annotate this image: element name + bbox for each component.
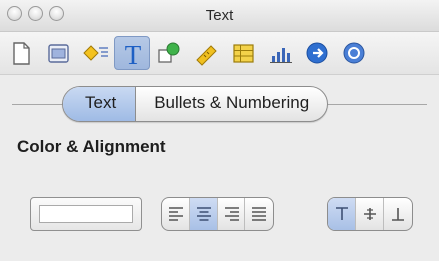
tab-bullets-numbering[interactable]: Bullets & Numbering [136,87,327,121]
graphic-inspector-button[interactable] [151,36,187,70]
align-bottom-icon [392,208,404,221]
align-right-icon [224,207,239,221]
quicktime-inspector-icon [343,42,365,64]
table-inspector-button[interactable] [225,36,261,70]
table-inspector-icon [233,44,254,63]
link-inspector-button[interactable] [299,36,335,70]
inspector-tab-row: Text Bullets & Numbering [0,82,439,122]
align-left-button[interactable] [162,198,190,230]
inspector-toolbar: T [0,32,439,75]
color-swatch [39,205,133,223]
layout-inspector-button[interactable] [40,36,76,70]
align-top-button[interactable] [328,198,356,230]
horizontal-alignment-group [161,197,274,231]
tab-text[interactable]: Text [63,87,137,121]
section-title: Color & Alignment [17,137,166,156]
title-bar: Text [0,0,439,32]
text-color-well[interactable] [30,197,142,231]
wrap-inspector-icon [83,45,108,61]
chart-inspector-icon [270,48,292,63]
text-inspector-button[interactable]: T [114,36,150,70]
align-middle-icon [364,208,376,220]
align-center-button[interactable] [189,198,218,230]
align-left-icon [169,207,183,221]
vertical-alignment-group [327,197,413,231]
align-right-button[interactable] [218,198,246,230]
align-bottom-button[interactable] [384,198,412,230]
document-inspector-icon [13,42,30,65]
align-justify-icon [252,207,267,221]
chart-inspector-button[interactable] [262,36,298,70]
link-inspector-icon [306,42,328,64]
wrap-inspector-button[interactable] [77,36,113,70]
align-justify-button[interactable] [245,198,273,230]
text-inspector-icon: T [125,40,142,69]
align-middle-button[interactable] [356,198,384,230]
tab-segmented-control: Text Bullets & Numbering [62,86,329,122]
layout-inspector-icon [48,44,69,63]
metrics-inspector-icon [196,45,217,66]
metrics-inspector-button[interactable] [188,36,224,70]
quicktime-inspector-button[interactable] [336,36,372,70]
document-inspector-button[interactable] [3,36,39,70]
svg-text:T: T [125,40,142,69]
window-title: Text [205,7,234,24]
align-top-icon [336,207,348,220]
graphic-inspector-icon [158,42,180,63]
align-center-icon [196,207,211,221]
